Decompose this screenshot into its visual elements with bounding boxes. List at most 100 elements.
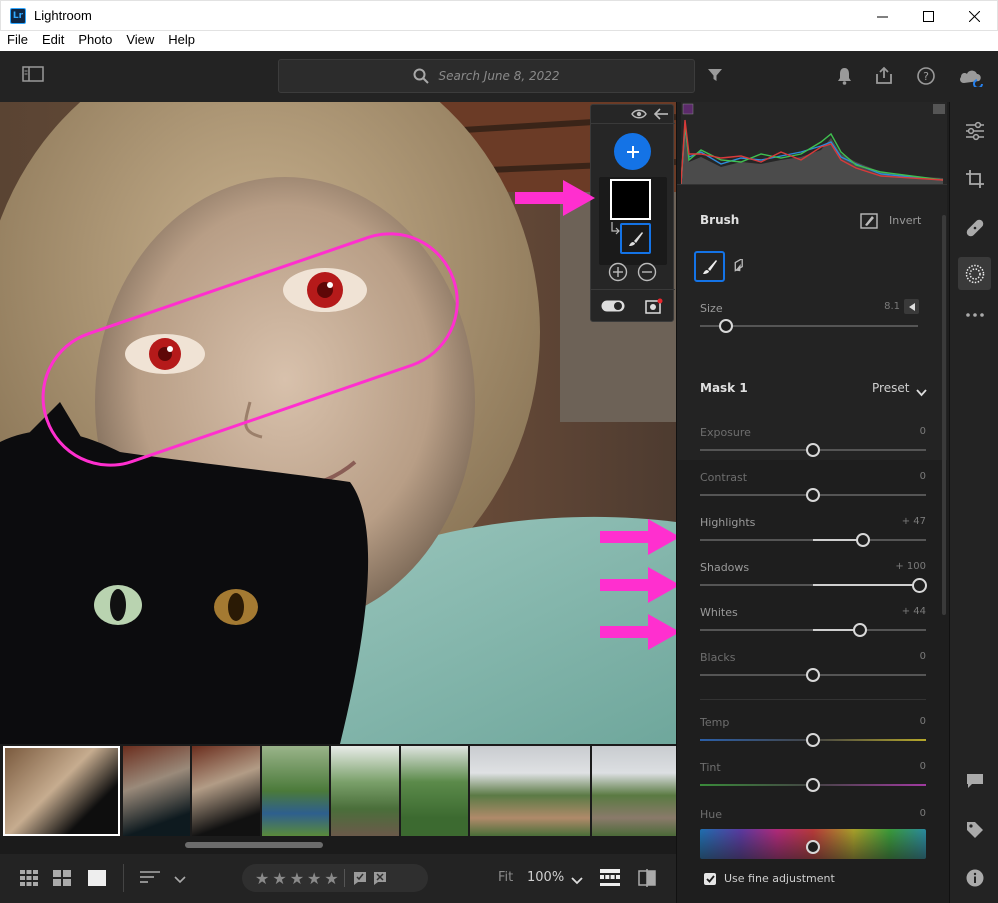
- menu-edit[interactable]: Edit: [35, 31, 71, 51]
- menu-file[interactable]: File: [0, 31, 35, 51]
- maximize-button[interactable]: [905, 1, 951, 31]
- visibility-eye-icon[interactable]: [631, 108, 647, 123]
- invert-label[interactable]: Invert: [889, 214, 921, 227]
- exposure-slider-handle[interactable]: [806, 443, 820, 457]
- tint-value[interactable]: 0: [886, 761, 926, 772]
- photo-grid-view-icon[interactable]: [53, 870, 71, 889]
- hue-slider-handle[interactable]: [806, 840, 820, 854]
- mask-overlay-options-icon[interactable]: [645, 298, 663, 317]
- exposure-value[interactable]: 0: [886, 426, 926, 437]
- info-icon[interactable]: [950, 869, 998, 887]
- invert-icon[interactable]: [860, 213, 878, 232]
- star-rating[interactable]: ★ ★ ★ ★ ★: [242, 864, 428, 892]
- whites-slider-handle[interactable]: [852, 623, 867, 637]
- filmstrip-thumb[interactable]: [470, 746, 590, 836]
- keywords-tag-icon[interactable]: [950, 821, 998, 839]
- filmstrip-thumb[interactable]: [401, 746, 468, 836]
- crop-icon[interactable]: [950, 169, 998, 189]
- comments-icon[interactable]: [950, 773, 998, 789]
- mask-thumbnail[interactable]: [610, 179, 651, 220]
- edit-sliders-icon[interactable]: [950, 121, 998, 141]
- search-input[interactable]: Search June 8, 2022: [278, 59, 695, 93]
- filmstrip-thumb[interactable]: [592, 746, 676, 836]
- blacks-value[interactable]: 0: [886, 651, 926, 662]
- add-mask-button[interactable]: [614, 133, 651, 170]
- filmstrip-thumb[interactable]: [192, 746, 260, 836]
- tint-slider-handle[interactable]: [806, 778, 820, 792]
- blacks-slider-track[interactable]: [700, 668, 926, 682]
- highlights-slider-handle[interactable]: [855, 533, 870, 547]
- highlights-slider-track[interactable]: [700, 533, 926, 547]
- panel-toggle-icon[interactable]: [22, 66, 44, 82]
- brush-mask-component[interactable]: [620, 223, 651, 254]
- masking-tool-button[interactable]: [958, 257, 991, 290]
- filter-icon[interactable]: [708, 68, 722, 82]
- shadows-slider-track[interactable]: [700, 578, 927, 593]
- blacks-slider-handle[interactable]: [806, 668, 820, 682]
- minimize-button[interactable]: [859, 1, 905, 31]
- temp-value[interactable]: 0: [886, 716, 926, 727]
- add-to-mask-icon[interactable]: [608, 262, 628, 285]
- collapse-arrow-icon[interactable]: [653, 108, 669, 123]
- size-slider-track[interactable]: [700, 319, 918, 333]
- star-icon[interactable]: ★: [255, 869, 272, 888]
- zoom-level-button[interactable]: 100%: [527, 870, 564, 885]
- share-icon[interactable]: [875, 66, 893, 85]
- filmstrip-thumb[interactable]: [3, 746, 120, 836]
- filmstrip-thumb[interactable]: [262, 746, 329, 836]
- close-button[interactable]: [951, 1, 997, 31]
- filmstrip-scrollbar[interactable]: [185, 842, 323, 848]
- menu-help[interactable]: Help: [161, 31, 202, 51]
- size-decrease-arrow-icon[interactable]: [904, 299, 919, 314]
- filmstrip-thumb[interactable]: [331, 746, 399, 836]
- star-icon[interactable]: ★: [324, 869, 341, 888]
- pick-flag-icon[interactable]: [353, 871, 367, 885]
- contrast-value[interactable]: 0: [886, 471, 926, 482]
- menu-photo[interactable]: Photo: [71, 31, 119, 51]
- blacks-label: Blacks: [700, 651, 736, 664]
- contrast-slider-handle[interactable]: [806, 488, 820, 502]
- exposure-slider-track[interactable]: [700, 443, 926, 457]
- brush-tool-button[interactable]: [694, 251, 725, 282]
- hue-value[interactable]: 0: [886, 808, 926, 819]
- star-icon[interactable]: ★: [290, 869, 307, 888]
- reject-flag-icon[interactable]: [373, 871, 387, 885]
- contrast-slider-track[interactable]: [700, 488, 926, 502]
- cloud-sync-icon[interactable]: [958, 67, 986, 87]
- size-slider-handle[interactable]: [719, 319, 734, 333]
- size-value[interactable]: 8.1: [862, 301, 900, 312]
- preset-chevron-icon[interactable]: [916, 386, 927, 400]
- sort-dropdown-chevron-icon[interactable]: [174, 873, 186, 887]
- title-bar: Lr Lightroom: [0, 0, 998, 31]
- fine-adjustment-label[interactable]: Use fine adjustment: [724, 872, 835, 885]
- shadows-slider-handle[interactable]: [912, 578, 927, 593]
- more-options-icon[interactable]: [950, 313, 998, 317]
- whites-slider-track[interactable]: [700, 623, 926, 637]
- brush-icon: [628, 231, 643, 246]
- star-icon[interactable]: ★: [272, 869, 289, 888]
- highlights-value[interactable]: + 47: [886, 516, 926, 527]
- temp-slider-handle[interactable]: [806, 733, 820, 747]
- preset-dropdown[interactable]: Preset: [872, 381, 909, 395]
- sort-icon[interactable]: [140, 871, 162, 888]
- zoom-chevron-icon[interactable]: [571, 874, 583, 888]
- shadows-value[interactable]: + 100: [886, 561, 926, 572]
- detail-view-icon[interactable]: [88, 870, 106, 889]
- filmstrip-thumb[interactable]: [123, 746, 190, 836]
- subtract-from-mask-icon[interactable]: [637, 262, 657, 285]
- fit-zoom-button[interactable]: Fit: [498, 870, 513, 885]
- healing-bandage-icon[interactable]: [950, 218, 998, 238]
- menu-view[interactable]: View: [119, 31, 161, 51]
- eraser-icon[interactable]: [730, 257, 748, 276]
- help-icon[interactable]: ?: [917, 67, 935, 85]
- square-grid-view-icon[interactable]: [20, 870, 38, 889]
- edit-panel-scrollbar[interactable]: [942, 215, 946, 615]
- notifications-bell-icon[interactable]: [837, 67, 852, 85]
- overlay-toggle-icon[interactable]: [601, 300, 625, 315]
- brush-title: Brush: [700, 213, 740, 227]
- filmstrip-toggle-icon[interactable]: [600, 869, 620, 890]
- before-after-compare-icon[interactable]: [638, 869, 656, 890]
- star-icon[interactable]: ★: [307, 869, 324, 888]
- fine-adjustment-checkbox[interactable]: [704, 873, 716, 885]
- whites-value[interactable]: + 44: [886, 606, 926, 617]
